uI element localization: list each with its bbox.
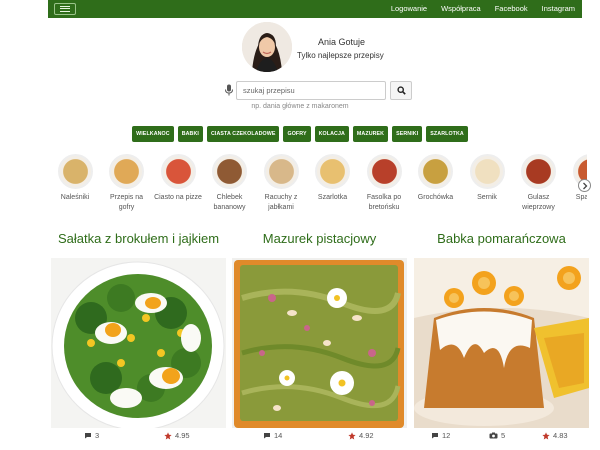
apple-fritters-thumb xyxy=(263,154,299,189)
search-input[interactable] xyxy=(236,81,386,100)
chevron-right-icon xyxy=(582,182,587,189)
camera-icon xyxy=(489,432,498,439)
rating: 4.95 xyxy=(164,431,190,440)
tag-list: WIELKANOC BABKI CIASTA CZEKOLADOWE GOFRY… xyxy=(0,126,600,142)
beans-thumb xyxy=(366,154,402,189)
category-waffles[interactable]: Przepis na gofry xyxy=(102,154,152,213)
category-pea-soup[interactable]: Grochówka xyxy=(411,154,461,203)
category-label: Chlebek bananowy xyxy=(213,194,246,211)
tag-ciasta-czekoladowe[interactable]: CIASTA CZEKOLADOWE xyxy=(206,126,280,142)
recipe-meta: 12 5 4.83 xyxy=(414,431,589,443)
recipe-card-babka[interactable]: Babka pomarańczowa 12 5 4.83 xyxy=(414,221,589,440)
category-pizza[interactable]: Ciasto na pizze xyxy=(153,154,203,203)
tag-gofry[interactable]: GOFRY xyxy=(283,126,311,142)
tag-mazurek[interactable]: MAZUREK xyxy=(352,126,389,142)
recipe-meta: 14 4.92 xyxy=(232,431,407,443)
tag-serniki[interactable]: SERNIKI xyxy=(392,126,423,142)
category-carousel: Naleśniki Przepis na gofry Ciasto na pizze… xyxy=(53,154,587,220)
recipe-image-mazurek[interactable] xyxy=(232,258,407,428)
comment-count: 12 xyxy=(431,431,450,440)
site-tagline: Tylko najlepsze przepisy xyxy=(297,51,384,60)
category-label: Fasolka po bretońsku xyxy=(366,194,402,211)
photo-count: 5 xyxy=(489,431,505,440)
category-label: Grochówka xyxy=(417,194,454,201)
banana-bread-thumb xyxy=(212,154,247,189)
category-apple-fritters[interactable]: Racuchy z jabłkami xyxy=(256,154,306,213)
apple-pie-thumb xyxy=(315,154,350,189)
waffles-thumb xyxy=(109,154,144,189)
site-name: Ania Gotuje xyxy=(318,37,366,47)
goulash-thumb xyxy=(521,154,556,189)
nav-link-login[interactable]: Logowanie xyxy=(391,0,427,18)
recipe-image-babka[interactable] xyxy=(414,258,589,428)
avatar[interactable] xyxy=(242,22,292,72)
cheesecake-thumb xyxy=(469,154,505,189)
pea-soup-thumb xyxy=(418,154,453,189)
nav-links: Logowanie Współpraca Facebook Instagram xyxy=(384,0,582,18)
nav-link-facebook[interactable]: Facebook xyxy=(495,0,528,18)
category-label: Racuchy z jabłkami xyxy=(264,194,298,211)
tag-kolacja[interactable]: KOLACJA xyxy=(314,126,349,142)
microphone-icon[interactable] xyxy=(224,84,234,96)
tag-wielkanoc[interactable]: WIELKANOC xyxy=(132,126,174,142)
category-label: Sernik xyxy=(477,194,497,201)
category-pancakes[interactable]: Naleśniki xyxy=(53,154,100,203)
comment-icon xyxy=(85,433,91,439)
category-beans[interactable]: Fasolka po bretońsku xyxy=(359,154,409,213)
category-label: Szarlotka xyxy=(317,194,348,201)
category-label: Spa Bolo xyxy=(575,194,587,201)
search-hint: np. dania główne z makaronem xyxy=(251,103,349,110)
comment-icon xyxy=(264,433,270,439)
comment-count: 3 xyxy=(84,431,99,440)
comment-count: 14 xyxy=(263,431,282,440)
recipe-title[interactable]: Babka pomarańczowa xyxy=(414,221,589,257)
tag-babki[interactable]: BABKI xyxy=(177,126,203,142)
star-icon xyxy=(348,431,356,439)
nav-link-instagram[interactable]: Instagram xyxy=(542,0,575,18)
tag-szarlotka[interactable]: SZARLOTKA xyxy=(426,126,468,142)
search-button[interactable] xyxy=(390,81,412,100)
category-label: Przepis na gofry xyxy=(109,194,144,211)
star-icon xyxy=(164,431,172,439)
pizza-thumb xyxy=(160,154,196,189)
category-banana-bread[interactable]: Chlebek bananowy xyxy=(205,154,255,213)
recipe-meta: 3 4.95 xyxy=(51,431,226,443)
recipe-card-salad[interactable]: Sałatka z brokułem i jajkiem 3 4.95 xyxy=(51,221,226,440)
recipe-image-salad[interactable] xyxy=(51,258,226,428)
search-icon xyxy=(396,86,406,95)
menu-icon xyxy=(60,6,70,12)
rating: 4.92 xyxy=(348,431,374,440)
category-label: Naleśniki xyxy=(60,194,90,201)
pancakes-thumb xyxy=(57,154,93,189)
star-icon xyxy=(542,431,550,439)
recipe-title[interactable]: Mazurek pistacjowy xyxy=(232,221,407,257)
recipe-card-mazurek[interactable]: Mazurek pistacjowy 14 4.92 xyxy=(232,221,407,440)
recipe-title[interactable]: Sałatka z brokułem i jajkiem xyxy=(51,221,226,257)
category-cheesecake[interactable]: Sernik xyxy=(462,154,512,203)
nav-link-cooperation[interactable]: Współpraca xyxy=(441,0,481,18)
category-label: Ciasto na pizze xyxy=(154,194,202,201)
category-goulash[interactable]: Gulasz wieprzowy xyxy=(514,154,564,213)
carousel-next-button[interactable] xyxy=(578,179,591,192)
comment-icon xyxy=(432,433,438,439)
top-navigation-bar: Logowanie Współpraca Facebook Instagram xyxy=(48,0,582,18)
category-label: Gulasz wieprzowy xyxy=(522,194,555,211)
hamburger-menu-button[interactable] xyxy=(54,3,76,15)
rating: 4.83 xyxy=(542,431,568,440)
category-apple-pie[interactable]: Szarlotka xyxy=(308,154,358,203)
